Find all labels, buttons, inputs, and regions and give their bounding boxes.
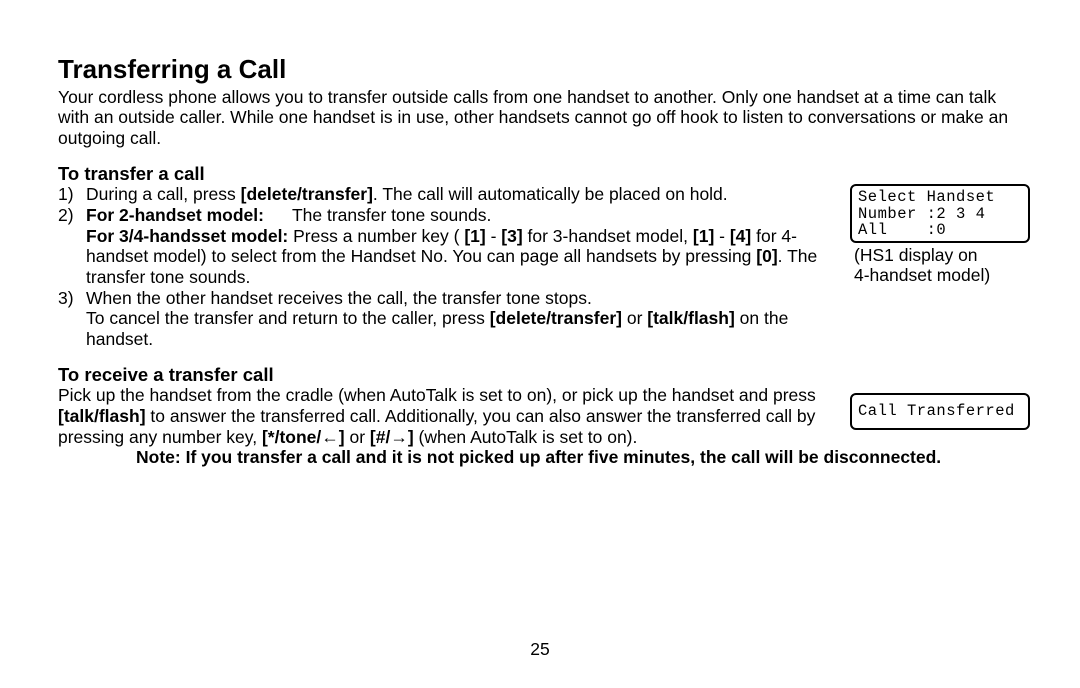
step-number: 1) (58, 184, 86, 205)
section-transfer-heading: To transfer a call (58, 163, 1030, 185)
transfer-steps-list: 1) During a call, press [delete/transfer… (58, 184, 834, 349)
step-text: When the other handset receives the call… (86, 288, 834, 350)
list-item: 3) When the other handset receives the c… (58, 288, 834, 350)
page-title: Transferring a Call (58, 54, 1030, 85)
lcd-caption: (HS1 display on 4-handset model) (854, 245, 1030, 285)
note-text: Note: If you transfer a call and it is n… (58, 447, 1030, 468)
section-receive-heading: To receive a transfer call (58, 364, 1030, 386)
intro-paragraph: Your cordless phone allows you to transf… (58, 87, 1030, 149)
list-item: 1) During a call, press [delete/transfer… (58, 184, 834, 205)
receive-paragraph: Pick up the handset from the cradle (whe… (58, 385, 834, 447)
step-text: During a call, press [delete/transfer]. … (86, 184, 834, 205)
list-item: 2) For 2-handset model:The transfer tone… (58, 205, 834, 288)
lcd-display-call-transferred: Call Transferred (850, 393, 1030, 429)
step-text: For 2-handset model:The transfer tone so… (86, 205, 834, 288)
step-number: 2) (58, 205, 86, 288)
step-number: 3) (58, 288, 86, 350)
lcd-display-select-handset: Select Handset Number :2 3 4 All :0 (850, 184, 1030, 243)
page-number: 25 (0, 639, 1080, 660)
